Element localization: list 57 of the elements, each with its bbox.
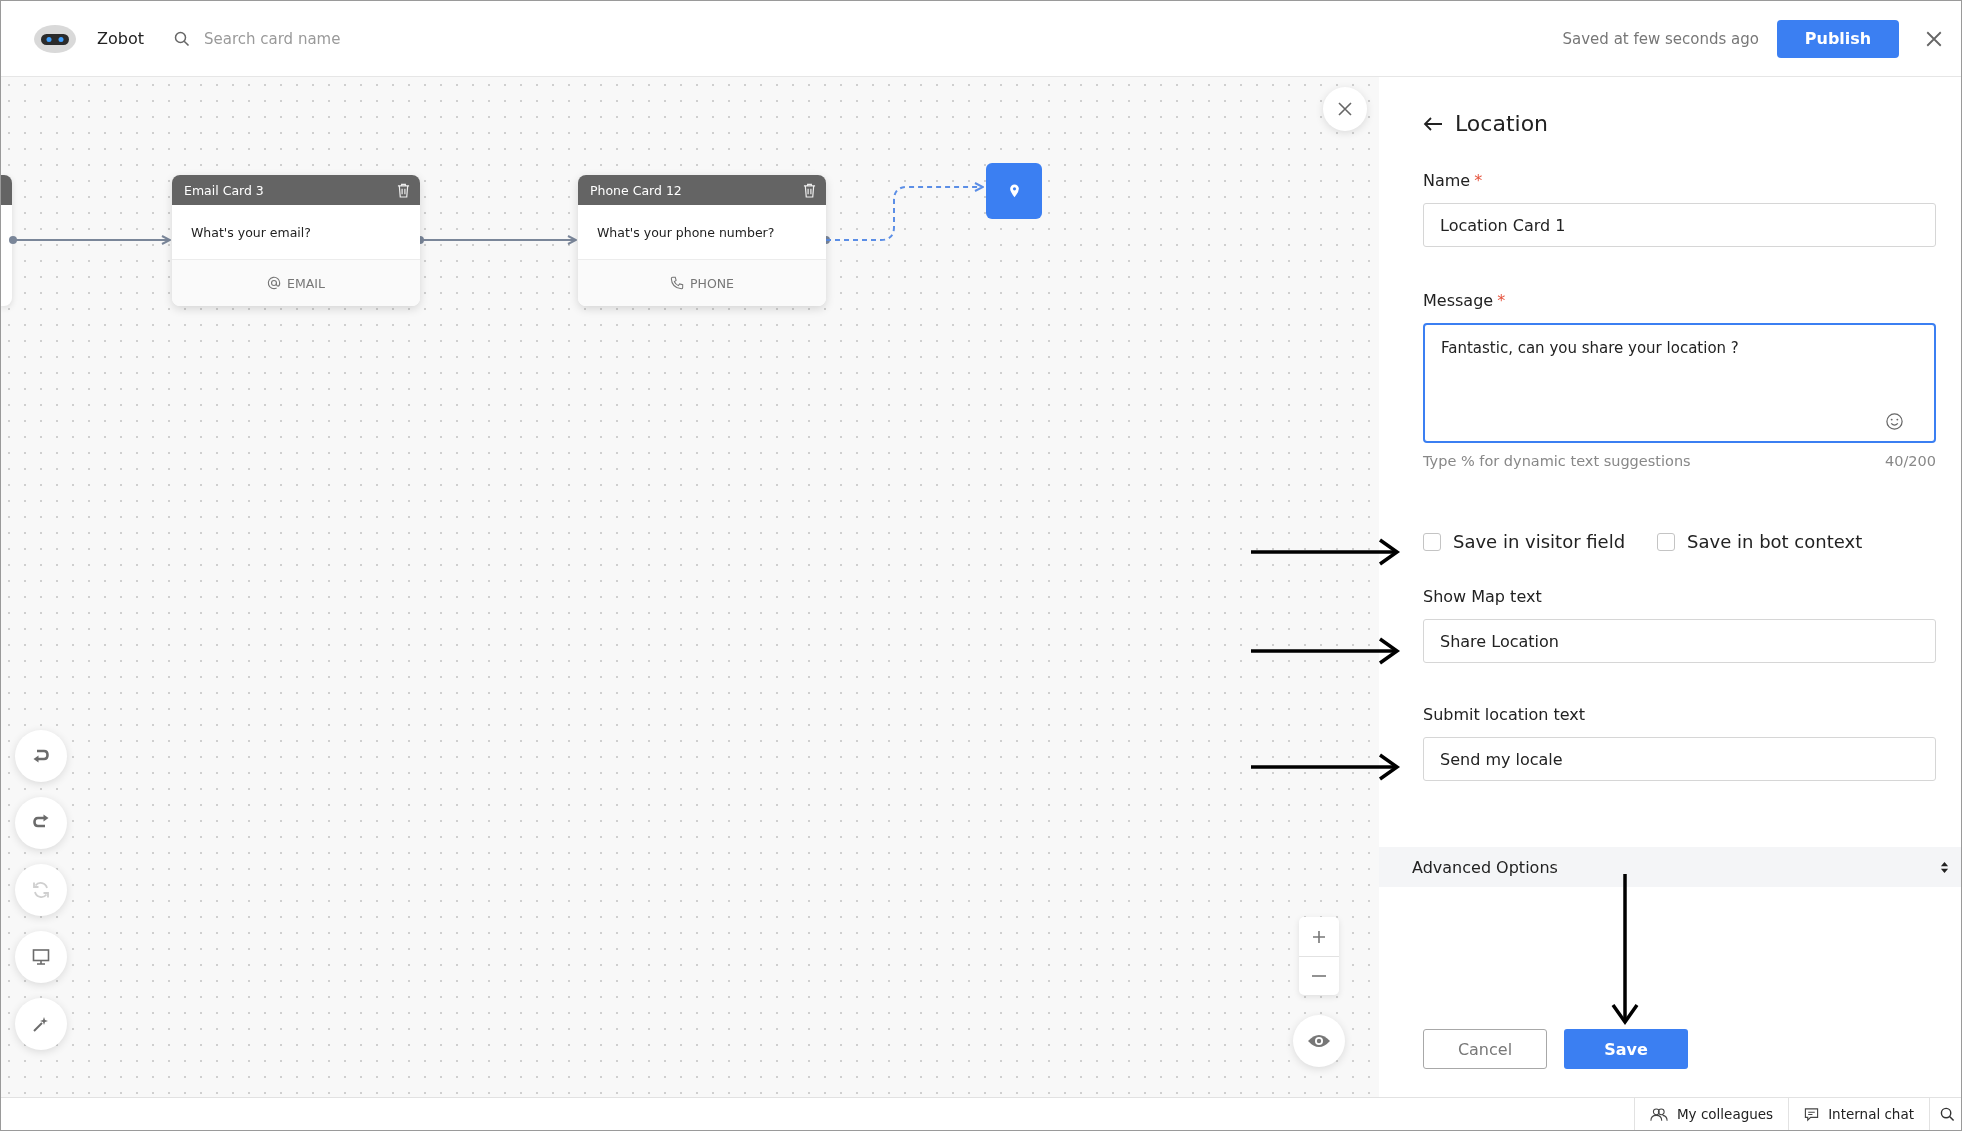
text-field[interactable]: Share Location [1423,619,1936,663]
save-button[interactable]: Save [1564,1029,1688,1069]
chat-icon [1804,1106,1820,1122]
field-label: Submit location text [1423,705,1586,724]
redo-button[interactable] [15,797,67,849]
save-status: Saved at few seconds ago [1562,29,1759,48]
character-counter: 40/200 [1885,453,1936,469]
phone-icon [670,276,684,290]
map-pin-icon [1008,184,1020,198]
publish-button[interactable]: Publish [1777,19,1899,58]
colleagues-button[interactable]: My colleagues [1633,1098,1789,1130]
cancel-button[interactable]: Cancel [1423,1029,1547,1069]
required-mark: * [1497,291,1506,310]
card-title: Phone Card 12 [590,182,682,198]
close-icon[interactable] [1925,29,1943,48]
location-node[interactable] [986,163,1042,219]
checkbox-label: Save in visitor field [1453,531,1626,552]
field-label: Message [1423,291,1494,310]
close-icon [1337,101,1353,117]
undo-button[interactable] [15,730,67,782]
emoji-icon[interactable] [1885,412,1904,431]
required-mark: * [1474,171,1483,190]
checkbox-label: Save in bot context [1687,531,1863,552]
robot-logo-icon [33,23,77,54]
refresh-icon [31,880,51,900]
at-sign-icon [267,276,282,290]
field-label: Name [1423,171,1471,190]
field-label: Show Map text [1423,587,1543,606]
monitor-button[interactable] [15,931,67,983]
trash-icon[interactable] [397,182,410,198]
advanced-options-bar[interactable]: Advanced Options [1379,847,1961,887]
eye-icon [1307,1033,1331,1049]
plus-icon [1311,928,1327,945]
trash-icon[interactable] [803,182,816,198]
people-icon [1649,1106,1668,1122]
checkbox[interactable] [1423,532,1441,551]
minus-icon [1312,975,1326,977]
panel-title: Location [1455,111,1549,136]
message-field[interactable]: Fantastic, can you share your location ? [1423,323,1936,443]
flow-card[interactable]: Phone Card 12 What's your phone number? PHONE [578,175,826,306]
close-button[interactable] [1323,87,1367,131]
preview-button[interactable] [1293,1015,1345,1067]
input-type-label: EMAIL [287,275,325,291]
app-name: Zobot [97,29,144,48]
section-title: Advanced Options [1412,857,1558,877]
monitor-icon [31,947,51,967]
checkbox[interactable] [1657,532,1676,551]
input-type-label: PHONE [690,275,734,291]
card-title: Email Card 3 [184,182,264,198]
flow-card[interactable]: Email Card 3 What's your email? EMAIL [172,175,420,306]
back-arrow-icon[interactable] [1423,115,1443,132]
hint-text: Type % for dynamic text suggestions [1423,453,1691,469]
search-icon [1940,1106,1955,1122]
search-icon [173,30,190,47]
text-field[interactable]: Send my locale [1423,737,1936,781]
name-field[interactable]: Location Card 1 [1423,203,1936,247]
sort-arrows-icon [1940,860,1949,874]
